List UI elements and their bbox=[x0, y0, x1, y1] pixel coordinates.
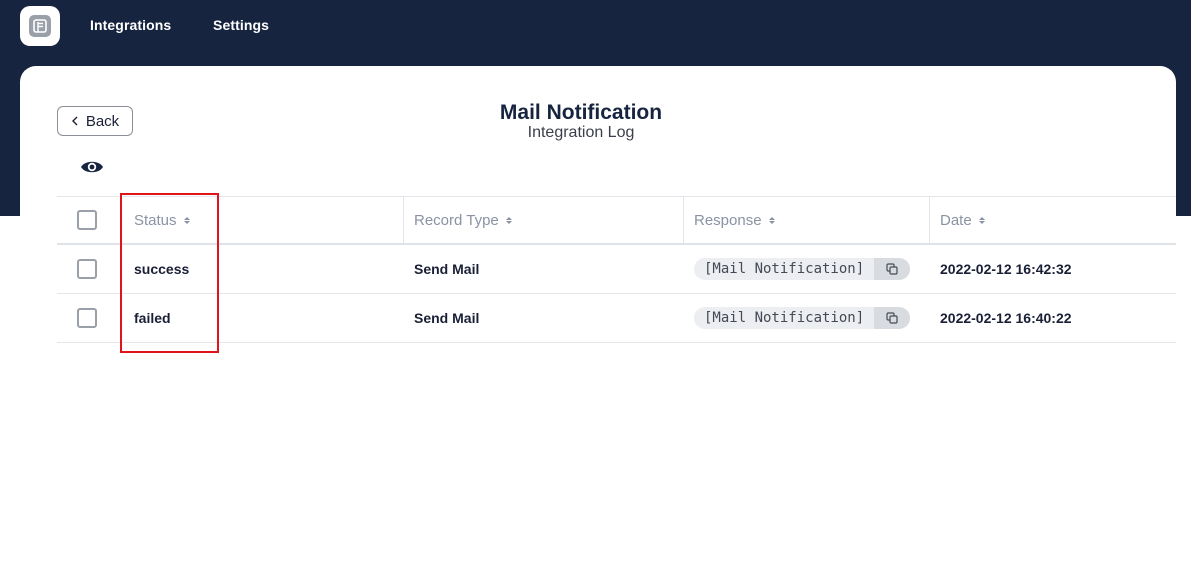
status-column-highlight bbox=[120, 193, 219, 353]
sort-icon[interactable] bbox=[978, 216, 985, 224]
table-header: Status Record Type Response Date bbox=[57, 196, 1176, 245]
eye-icon[interactable] bbox=[80, 158, 104, 176]
column-divider bbox=[403, 197, 404, 243]
response-text: [Mail Notification] bbox=[704, 261, 865, 277]
integration-log-table: Status Record Type Response Date success bbox=[57, 196, 1176, 343]
column-label: Response bbox=[694, 211, 762, 229]
table-row[interactable]: failed Send Mail [Mail Notification] 202… bbox=[57, 294, 1176, 343]
response-cell: [Mail Notification] bbox=[694, 294, 911, 342]
column-header-date[interactable]: Date bbox=[940, 197, 985, 243]
column-divider bbox=[929, 197, 930, 243]
date-cell: 2022-02-12 16:42:32 bbox=[940, 261, 1072, 277]
sort-icon[interactable] bbox=[768, 216, 775, 224]
column-header-response[interactable]: Response bbox=[694, 197, 775, 243]
row-checkbox[interactable] bbox=[77, 259, 97, 279]
column-divider bbox=[683, 197, 684, 243]
record-type-cell: Send Mail bbox=[414, 310, 480, 326]
select-all-checkbox[interactable] bbox=[77, 210, 97, 230]
nav-integrations[interactable]: Integrations bbox=[90, 17, 171, 33]
column-label: Record Type bbox=[414, 211, 499, 229]
copy-icon[interactable] bbox=[874, 258, 911, 280]
sort-icon[interactable] bbox=[505, 216, 512, 224]
nav-settings[interactable]: Settings bbox=[213, 17, 269, 33]
response-pill: [Mail Notification] bbox=[694, 258, 911, 280]
response-cell: [Mail Notification] bbox=[694, 245, 911, 293]
copy-icon[interactable] bbox=[874, 307, 911, 329]
table-row[interactable]: success Send Mail [Mail Notification] 20… bbox=[57, 245, 1176, 294]
page-title: Mail Notification bbox=[499, 101, 663, 124]
record-type-cell: Send Mail bbox=[414, 261, 480, 277]
response-text: [Mail Notification] bbox=[704, 310, 865, 326]
date-cell: 2022-02-12 16:40:22 bbox=[940, 310, 1072, 326]
column-header-record-type[interactable]: Record Type bbox=[414, 197, 512, 243]
response-pill: [Mail Notification] bbox=[694, 307, 911, 329]
row-checkbox[interactable] bbox=[77, 308, 97, 328]
column-label: Date bbox=[940, 211, 972, 229]
page-header: Mail Notification Integration Log bbox=[20, 101, 1142, 141]
page-subtitle: Integration Log bbox=[527, 124, 635, 141]
app-logo-icon[interactable] bbox=[20, 6, 60, 46]
